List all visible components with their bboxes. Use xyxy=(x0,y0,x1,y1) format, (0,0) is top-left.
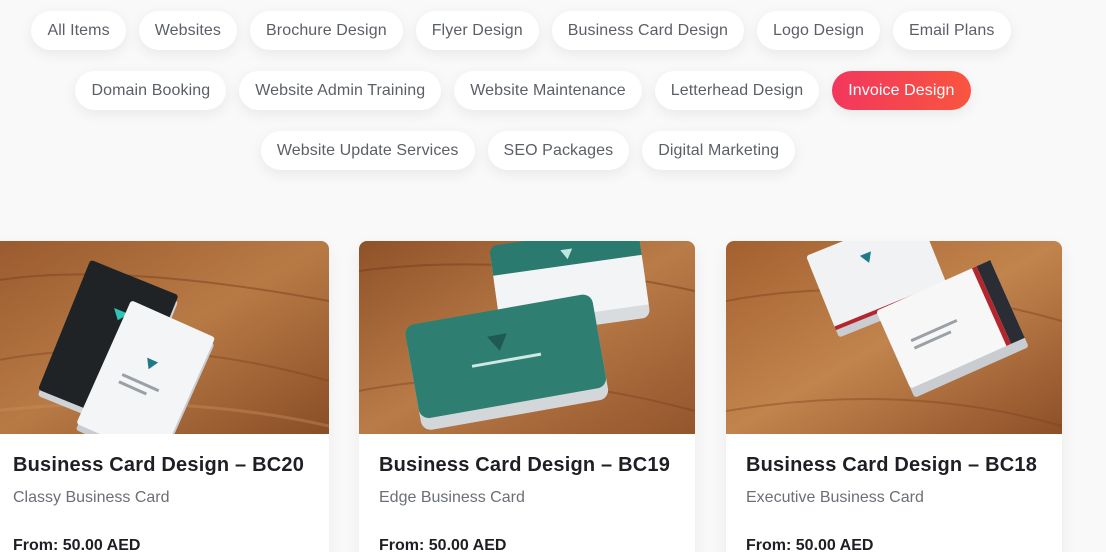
product-subtitle: Executive Business Card xyxy=(746,489,924,506)
filter-digital-marketing[interactable]: Digital Marketing xyxy=(642,131,796,170)
filter-seo-packages[interactable]: SEO Packages xyxy=(487,131,630,170)
filter-email-plans[interactable]: Email Plans xyxy=(892,11,1011,50)
filter-website-update-services[interactable]: Website Update Services xyxy=(260,131,475,170)
filter-websites[interactable]: Websites xyxy=(138,11,238,50)
product-image[interactable] xyxy=(359,241,695,434)
product-price: From: 50.00 AED xyxy=(379,537,507,552)
filter-all-items[interactable]: All Items xyxy=(31,11,126,50)
card-body: Business Card Design – BC18 Executive Bu… xyxy=(726,434,1062,552)
product-card[interactable]: Business Card Design – BC18 Executive Bu… xyxy=(726,241,1062,552)
filter-flyer-design[interactable]: Flyer Design xyxy=(415,11,539,50)
filter-logo-design[interactable]: Logo Design xyxy=(757,11,880,50)
product-image[interactable] xyxy=(0,241,329,434)
filter-row: Domain Booking Website Admin Training We… xyxy=(0,71,1076,111)
product-title[interactable]: Business Card Design – BC19 xyxy=(379,454,675,477)
filter-invoice-design[interactable]: Invoice Design xyxy=(832,71,971,110)
filter-website-maintenance[interactable]: Website Maintenance xyxy=(454,71,642,110)
filter-row: All Items Websites Brochure Design Flyer… xyxy=(0,11,1074,51)
filter-domain-booking[interactable]: Domain Booking xyxy=(75,71,227,110)
product-card[interactable]: Business Card Design – BC20 Classy Busin… xyxy=(0,241,329,552)
product-subtitle: Edge Business Card xyxy=(379,489,525,506)
product-price: From: 50.00 AED xyxy=(13,537,141,552)
filter-brochure-design[interactable]: Brochure Design xyxy=(250,11,403,50)
card-body: Business Card Design – BC20 Classy Busin… xyxy=(0,434,329,552)
filter-letterhead-design[interactable]: Letterhead Design xyxy=(654,71,820,110)
filter-row: Website Update Services SEO Packages Dig… xyxy=(0,131,1081,171)
product-title[interactable]: Business Card Design – BC18 xyxy=(746,454,1042,477)
product-image[interactable] xyxy=(726,241,1062,434)
product-card[interactable]: Business Card Design – BC19 Edge Busines… xyxy=(359,241,695,552)
card-body: Business Card Design – BC19 Edge Busines… xyxy=(359,434,695,552)
product-grid: Business Card Design – BC20 Classy Busin… xyxy=(0,241,1106,552)
product-subtitle: Classy Business Card xyxy=(13,489,170,506)
filter-business-card-design[interactable]: Business Card Design xyxy=(551,11,744,50)
product-price: From: 50.00 AED xyxy=(746,537,874,552)
product-title[interactable]: Business Card Design – BC20 xyxy=(13,454,309,477)
filter-website-admin-training[interactable]: Website Admin Training xyxy=(239,71,442,110)
